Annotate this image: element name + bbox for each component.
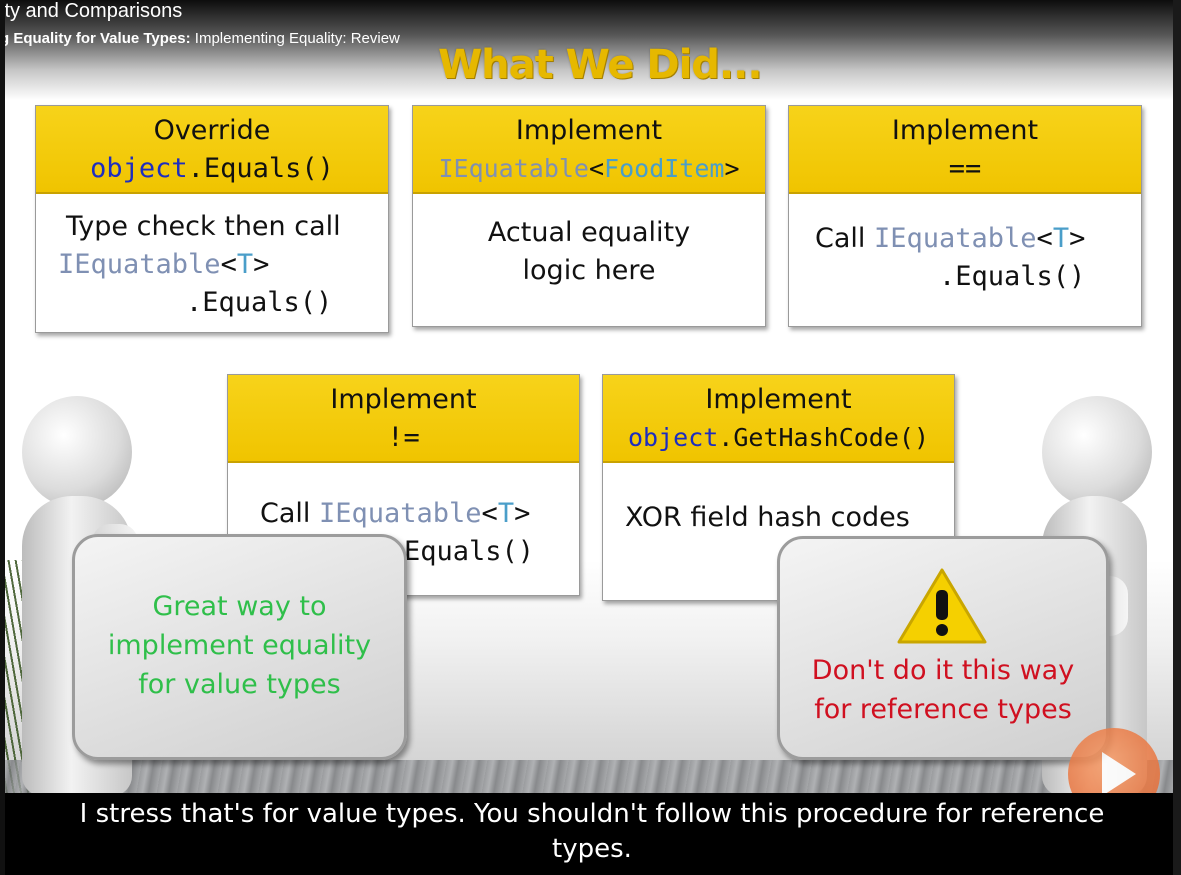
slide-heading: What We Did... bbox=[438, 42, 763, 88]
frame-left-edge bbox=[0, 0, 5, 875]
card-eq-operator: Implement == Call IEquatable<T> .Equals(… bbox=[788, 105, 1142, 327]
code-generic: T bbox=[497, 498, 515, 529]
code-type: IEquatable bbox=[318, 498, 482, 529]
breadcrumb-module: g Equality for Value Types: bbox=[0, 30, 191, 47]
breadcrumb: g Equality for Value Types: Implementing… bbox=[0, 30, 400, 47]
card-body: Actual equality logic here bbox=[413, 214, 765, 290]
code-generic: T bbox=[236, 249, 254, 280]
card-body: Type check then call IEquatable<T> .Equa… bbox=[36, 208, 388, 322]
code-keyword: object bbox=[627, 423, 719, 452]
card-equals-override: Override object.Equals() Type check then… bbox=[35, 105, 389, 333]
card-body-line: XOR field hash codes bbox=[625, 502, 910, 533]
card-body-code: IEquatable<T> bbox=[36, 246, 388, 284]
code-bracket: < bbox=[1036, 223, 1053, 254]
code-bracket: > bbox=[1069, 223, 1086, 254]
card-header-code: IEquatable<FoodItem> bbox=[438, 154, 739, 183]
placard-line: for reference types bbox=[814, 694, 1072, 725]
warning-icon bbox=[897, 568, 987, 644]
code-method: .GetHashCode() bbox=[718, 423, 930, 452]
closed-caption: I stress that's for value types. You sho… bbox=[12, 797, 1172, 867]
card-header: Implement == bbox=[789, 106, 1141, 194]
code-prefix: Call bbox=[815, 223, 874, 254]
card-body-code: Call IEquatable<T> bbox=[228, 495, 579, 533]
card-header-code: object.GetHashCode() bbox=[628, 423, 929, 452]
caption-line: I stress that's for value types. You sho… bbox=[79, 799, 1105, 829]
code-bracket: < bbox=[220, 249, 237, 280]
code-type: IEquatable bbox=[873, 223, 1037, 254]
card-body-line: logic here bbox=[522, 255, 656, 286]
placard-line: implement equality bbox=[107, 630, 372, 661]
card-body-code: .Equals() bbox=[186, 287, 333, 318]
card-header-code: == bbox=[948, 153, 982, 184]
card-body-line: Actual equality bbox=[487, 217, 691, 248]
card-body-line: Type check then call bbox=[66, 211, 341, 242]
card-header-label: Implement bbox=[515, 115, 663, 146]
frame-right-edge bbox=[1173, 0, 1181, 875]
video-frame[interactable]: ity and Comparisons g Equality for Value… bbox=[0, 0, 1181, 875]
card-iequatable: Implement IEquatable<FoodItem> Actual eq… bbox=[412, 105, 766, 327]
card-header: Implement IEquatable<FoodItem> bbox=[413, 106, 765, 194]
placard-line: for value types bbox=[138, 669, 341, 700]
card-body-code: .Equals() bbox=[939, 261, 1086, 292]
code-method: .Equals() bbox=[187, 153, 334, 184]
placard-value-types: Great way to implement equality for valu… bbox=[72, 534, 407, 760]
code-keyword: object bbox=[90, 153, 188, 184]
code-bracket: < bbox=[481, 498, 498, 529]
card-header-code: != bbox=[387, 422, 420, 453]
course-title: ity and Comparisons bbox=[0, 0, 183, 22]
code-type: IEquatable bbox=[438, 154, 589, 183]
card-body: Call IEquatable<T> .Equals() bbox=[789, 220, 1141, 296]
code-prefix: Call bbox=[260, 498, 319, 529]
card-header-label: Override bbox=[153, 115, 271, 146]
code-bracket: < bbox=[588, 154, 605, 183]
card-body-code: Call IEquatable<T> bbox=[789, 220, 1141, 258]
code-generic: T bbox=[1052, 223, 1070, 254]
breadcrumb-clip: Implementing Equality: Review bbox=[190, 30, 400, 47]
card-header: Implement != bbox=[228, 375, 579, 463]
card-header: Implement object.GetHashCode() bbox=[603, 375, 954, 463]
caption-line: types. bbox=[552, 834, 632, 864]
card-header: Override object.Equals() bbox=[36, 106, 388, 194]
card-header-label: Implement bbox=[705, 384, 852, 415]
placard-line: Great way to bbox=[152, 591, 327, 622]
card-body: XOR field hash codes bbox=[603, 499, 954, 537]
placard-line: Don't do it this way bbox=[811, 655, 1075, 686]
code-bracket: > bbox=[514, 498, 531, 529]
card-header-label: Implement bbox=[891, 115, 1039, 146]
code-bracket: > bbox=[253, 249, 270, 280]
code-generic: FoodItem bbox=[604, 154, 725, 183]
card-header-code: object.Equals() bbox=[90, 153, 334, 184]
code-type: IEquatable bbox=[58, 249, 221, 280]
code-bracket: > bbox=[724, 154, 740, 183]
card-header-label: Implement bbox=[330, 384, 477, 415]
